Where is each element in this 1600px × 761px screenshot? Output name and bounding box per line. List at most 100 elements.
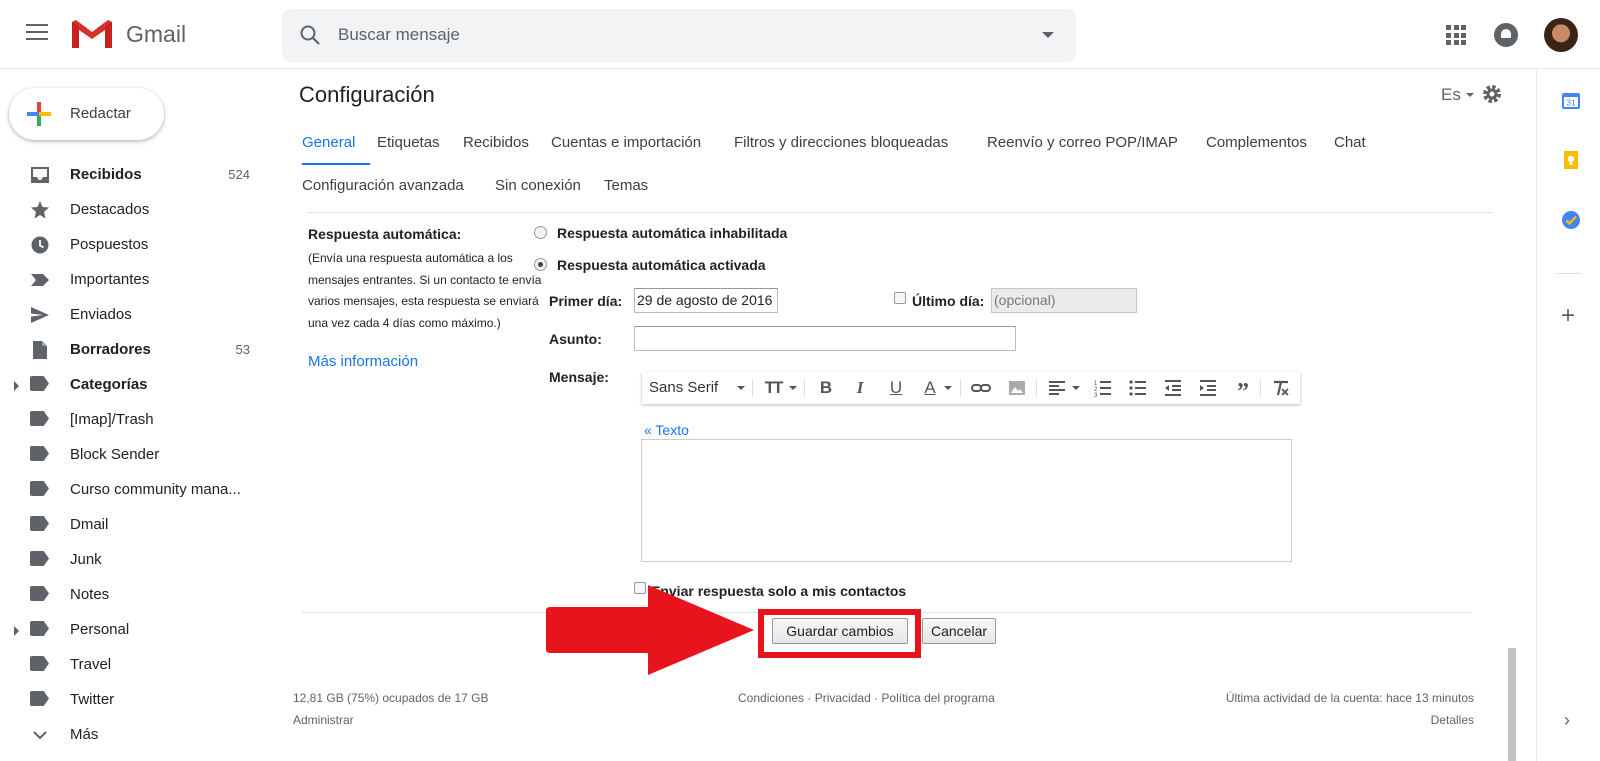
- tab-labels[interactable]: Etiquetas: [377, 134, 440, 151]
- search-bar[interactable]: [282, 9, 1076, 62]
- sidebar-item-imap-trash[interactable]: [Imap]/Trash: [0, 403, 270, 438]
- scrollbar-thumb[interactable]: [1508, 648, 1516, 761]
- save-changes-button[interactable]: Guardar cambios: [772, 618, 908, 644]
- keep-icon[interactable]: [1561, 150, 1581, 170]
- search-options-caret-icon[interactable]: [1042, 32, 1054, 38]
- tab-general[interactable]: General: [302, 134, 355, 151]
- sidebar-item-label: Pospuestos: [70, 236, 149, 253]
- tab-themes[interactable]: Temas: [604, 177, 648, 194]
- sidebar-item-label: Importantes: [70, 271, 150, 288]
- indent-less-icon[interactable]: [1162, 378, 1184, 398]
- sidebar-item-personal[interactable]: Personal: [0, 613, 270, 648]
- sidebar-item-dmail[interactable]: Dmail: [0, 508, 270, 543]
- font-family-select[interactable]: Sans Serif: [649, 379, 718, 396]
- sidebar-item-twitter[interactable]: Twitter: [0, 683, 270, 718]
- expand-panel-chevron-icon[interactable]: ›: [1564, 710, 1570, 731]
- manage-storage-link[interactable]: Administrar: [293, 713, 354, 727]
- sidebar-item-starred[interactable]: Destacados: [0, 193, 270, 228]
- image-icon[interactable]: [1006, 378, 1028, 398]
- main-menu-button[interactable]: [26, 24, 48, 42]
- numbered-list-icon[interactable]: 123: [1092, 378, 1114, 398]
- account-avatar[interactable]: [1544, 18, 1578, 52]
- align-caret-icon[interactable]: [1072, 386, 1080, 390]
- vacation-off-radio[interactable]: [534, 226, 547, 239]
- italic-icon[interactable]: I: [849, 378, 871, 398]
- sidebar-item-notes[interactable]: Notes: [0, 578, 270, 613]
- compose-label: Redactar: [70, 105, 131, 122]
- compose-button[interactable]: Redactar: [9, 88, 164, 140]
- subject-input[interactable]: [634, 326, 1016, 351]
- tab-offline[interactable]: Sin conexión: [495, 177, 581, 194]
- expand-arrow-icon[interactable]: [14, 381, 19, 391]
- privacy-link[interactable]: Privacidad: [815, 691, 871, 705]
- tab-filters[interactable]: Filtros y direcciones bloqueadas: [734, 134, 948, 151]
- font-size-caret-icon[interactable]: [789, 386, 797, 390]
- clock-icon: [31, 236, 49, 254]
- sidebar-item-label: Personal: [70, 621, 130, 638]
- message-editor[interactable]: [641, 439, 1292, 562]
- sidebar-item-categories[interactable]: Categorías: [0, 368, 270, 403]
- vacation-off-label[interactable]: Respuesta automática inhabilitada: [557, 225, 787, 241]
- last-day-input[interactable]: (opcional): [991, 288, 1137, 313]
- text-color-caret-icon[interactable]: [944, 386, 952, 390]
- last-day-checkbox[interactable]: [894, 292, 906, 304]
- sidebar-item-block-sender[interactable]: Block Sender: [0, 438, 270, 473]
- top-bar: Gmail: [0, 0, 1600, 69]
- vacation-on-label[interactable]: Respuesta automática activada: [557, 257, 766, 273]
- sidebar-item-junk[interactable]: Junk: [0, 543, 270, 578]
- get-addons-plus-icon[interactable]: +: [1561, 304, 1575, 328]
- sidebar-item-inbox[interactable]: Recibidos 524: [0, 158, 270, 193]
- indent-more-icon[interactable]: [1197, 378, 1219, 398]
- sidebar-item-label: Curso community mana...: [70, 481, 241, 498]
- underline-icon[interactable]: U: [885, 378, 907, 398]
- sidebar-item-drafts[interactable]: Borradores 53: [0, 333, 270, 368]
- search-input[interactable]: [338, 22, 998, 48]
- gear-icon[interactable]: [1481, 83, 1503, 105]
- sidebar-item-sent[interactable]: Enviados: [0, 298, 270, 333]
- tab-advanced[interactable]: Configuración avanzada: [302, 177, 464, 194]
- first-day-input[interactable]: 29 de agosto de 2016: [634, 288, 778, 313]
- tasks-icon[interactable]: [1561, 210, 1581, 230]
- bold-icon[interactable]: B: [815, 378, 837, 398]
- font-caret-icon[interactable]: [737, 386, 745, 390]
- cancel-button[interactable]: Cancelar: [922, 618, 996, 644]
- sidebar-item-snoozed[interactable]: Pospuestos: [0, 228, 270, 263]
- remove-formatting-icon[interactable]: [1270, 378, 1292, 398]
- align-icon[interactable]: [1046, 378, 1068, 398]
- tab-chat[interactable]: Chat: [1334, 134, 1366, 151]
- sidebar-item-more[interactable]: Más: [0, 718, 270, 753]
- apps-grid-icon[interactable]: [1446, 25, 1466, 45]
- tab-forwarding[interactable]: Reenvío y correo POP/IMAP: [987, 134, 1178, 151]
- settings-panel: Configuración Es General Etiquetas Recib…: [282, 70, 1522, 761]
- plain-text-link[interactable]: « Texto: [644, 422, 689, 438]
- notifications-icon[interactable]: [1494, 23, 1518, 47]
- sidebar-item-important[interactable]: Importantes: [0, 263, 270, 298]
- search-icon[interactable]: [298, 23, 322, 47]
- quote-icon[interactable]: ”: [1232, 378, 1254, 405]
- footer-links: Condiciones · Privacidad · Política del …: [738, 691, 995, 705]
- bulleted-list-icon[interactable]: [1127, 378, 1149, 398]
- gmail-logo-icon[interactable]: [70, 18, 114, 50]
- vacation-title: Respuesta automática:: [308, 226, 462, 242]
- message-label: Mensaje:: [549, 369, 609, 385]
- activity-details-link[interactable]: Detalles: [1431, 713, 1474, 727]
- sidebar-item-travel[interactable]: Travel: [0, 648, 270, 683]
- more-info-link[interactable]: Más información: [308, 353, 418, 370]
- vacation-on-radio[interactable]: [534, 258, 547, 271]
- tab-inbox[interactable]: Recibidos: [463, 134, 529, 151]
- font-size-icon[interactable]: TT: [762, 378, 784, 398]
- link-icon[interactable]: [970, 378, 992, 398]
- input-tools-button[interactable]: Es: [1441, 85, 1461, 105]
- calendar-icon[interactable]: 31: [1561, 90, 1581, 110]
- text-color-icon[interactable]: A: [919, 378, 941, 398]
- sidebar-item-label: Destacados: [70, 201, 150, 218]
- terms-link[interactable]: Condiciones: [738, 691, 804, 705]
- tab-accounts[interactable]: Cuentas e importación: [551, 134, 701, 151]
- tab-addons[interactable]: Complementos: [1206, 134, 1307, 151]
- program-policy-link[interactable]: Política del programa: [881, 691, 994, 705]
- input-tools-caret-icon[interactable]: [1466, 93, 1474, 97]
- expand-arrow-icon[interactable]: [14, 626, 19, 636]
- app-name[interactable]: Gmail: [126, 21, 186, 48]
- svg-text:3: 3: [1094, 393, 1098, 398]
- sidebar-item-curso-community[interactable]: Curso community mana...: [0, 473, 270, 508]
